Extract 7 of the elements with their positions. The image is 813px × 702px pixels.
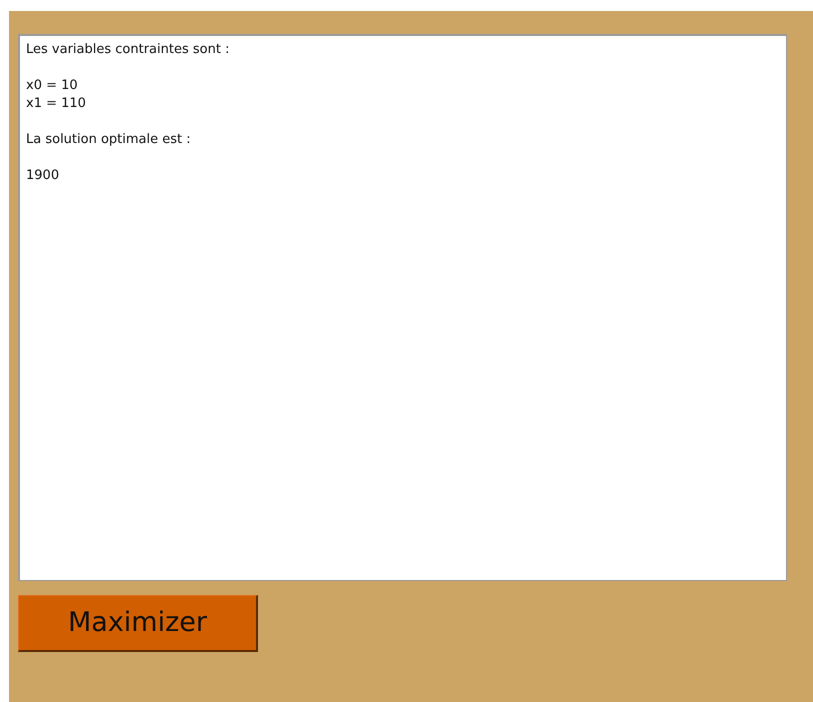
output-line: x1 = 110	[26, 95, 87, 113]
output-text-area[interactable]: Les variables contraintes sont : x0 = 10 x1 = 110 La solution optimale est : 1900	[18, 34, 787, 581]
output-line: Les variables contraintes sont :	[26, 41, 230, 59]
output-line: La solution optimale est :	[26, 131, 192, 149]
maximize-button[interactable]: Maximizer	[18, 595, 258, 652]
output-line: x0 = 10	[26, 77, 79, 95]
output-line: 1900	[26, 167, 60, 185]
